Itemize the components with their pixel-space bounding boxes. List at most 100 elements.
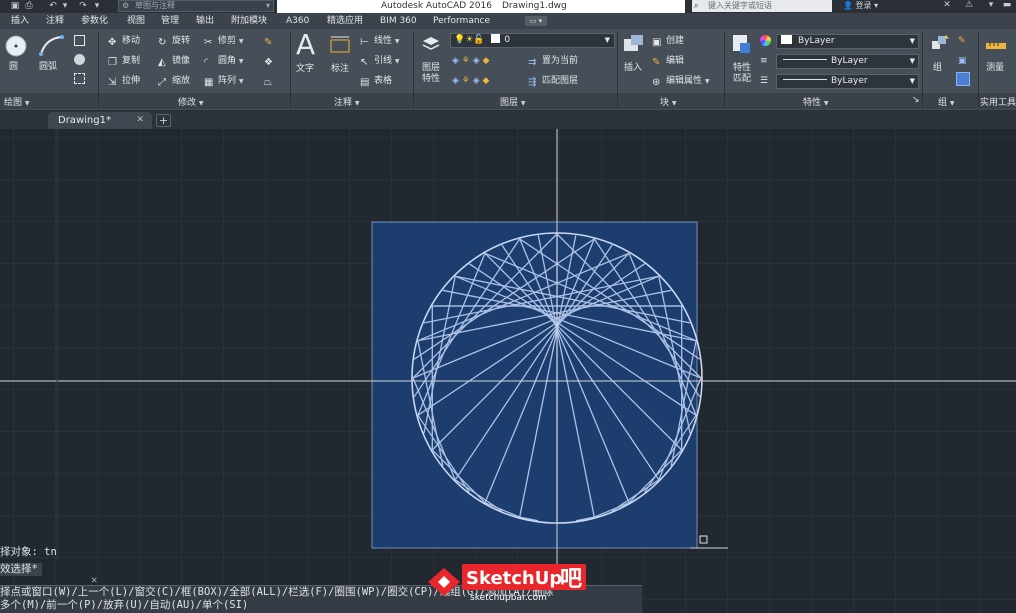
exchange-icon[interactable]: ✕ bbox=[940, 0, 954, 12]
ungroup-button[interactable]: ✎ bbox=[958, 35, 966, 47]
offset-button[interactable]: ⏢ bbox=[264, 75, 278, 88]
trim-icon: ✂ bbox=[204, 37, 213, 48]
workspace-dropdown[interactable]: ⚙ 草图与注释 ▾ bbox=[118, 0, 274, 12]
leader-button[interactable]: ↖ 引线 ▼ bbox=[360, 55, 400, 68]
tab-more-button[interactable]: ▭ ▾ bbox=[525, 16, 547, 26]
dimension-icon bbox=[330, 36, 350, 53]
create-block-button[interactable]: ▣ 创建 bbox=[652, 35, 684, 48]
tab-parametric[interactable]: 参数化 bbox=[81, 15, 108, 28]
tab-output[interactable]: 输出 bbox=[196, 15, 214, 28]
drawing-canvas[interactable] bbox=[0, 129, 1016, 613]
dimension-button[interactable] bbox=[328, 34, 352, 60]
redo-dropdown-icon[interactable]: ▾ bbox=[92, 1, 102, 11]
array-button[interactable]: ▦ 阵列 ▼ bbox=[204, 75, 244, 88]
scale-button[interactable]: ⤢ 缩放 bbox=[158, 75, 190, 88]
mirror-button[interactable]: ◭ 镜像 bbox=[158, 55, 190, 68]
insert-button[interactable] bbox=[622, 33, 646, 59]
tab-annotate[interactable]: 注释 bbox=[46, 15, 64, 28]
stretch-button[interactable]: ⇲ 拉伸 bbox=[108, 75, 140, 88]
layer-properties-button[interactable] bbox=[420, 33, 442, 59]
edit-block-button[interactable]: ✎ 编辑 bbox=[652, 55, 684, 68]
tab-addins[interactable]: 附加模块 bbox=[231, 15, 267, 28]
panel-label-modify[interactable]: 修改 ▼ bbox=[178, 95, 204, 108]
redo-icon[interactable]: ↷ bbox=[78, 1, 88, 11]
title-bar: ▣ ⎙ ↶ ▾ ↷ ▾ ⚙ 草图与注释 ▾ Autodesk AutoCAD 2… bbox=[0, 0, 1016, 13]
binoculars-icon: ⌕ bbox=[694, 1, 699, 10]
text-button[interactable]: A bbox=[296, 30, 315, 60]
tab-view[interactable]: 视图 bbox=[127, 15, 145, 28]
panel-label-groups[interactable]: 组 ▼ bbox=[938, 95, 955, 108]
command-history-line2: 效选择* bbox=[0, 563, 42, 576]
layer-dropdown[interactable]: 💡☀🔓 0 ▼ bbox=[450, 33, 615, 48]
save-icon[interactable]: ▣ bbox=[10, 1, 20, 11]
undo-icon[interactable]: ↶ bbox=[48, 1, 58, 11]
explode-button[interactable]: ❖ bbox=[264, 55, 278, 68]
group-select-toggle[interactable] bbox=[956, 72, 970, 86]
linetype-dropdown[interactable]: ByLayer ▼ bbox=[776, 54, 919, 69]
grip-marker[interactable] bbox=[699, 535, 708, 544]
layer-tools-row1[interactable]: ◈ ⚘ ◈ ◆ bbox=[452, 55, 489, 67]
minimize-button[interactable]: ▬ bbox=[1000, 0, 1014, 12]
measure-button[interactable] bbox=[984, 35, 1008, 61]
panel-label-properties[interactable]: 特性 ▼ bbox=[803, 95, 829, 108]
table-icon: ▤ bbox=[360, 77, 370, 88]
match-properties-button[interactable] bbox=[731, 33, 753, 59]
layer-properties-label: 图层 特性 bbox=[421, 63, 440, 84]
tab-drawing1[interactable]: Drawing1* ✕ bbox=[48, 112, 152, 129]
panel-label-draw[interactable]: 绘图 ▼ bbox=[4, 95, 30, 108]
group-button[interactable] bbox=[929, 33, 951, 59]
rotate-icon: ↻ bbox=[158, 37, 167, 48]
stretch-icon: ⇲ bbox=[108, 77, 117, 88]
help-dropdown-icon[interactable]: ▾ bbox=[984, 0, 998, 12]
copy-button[interactable]: ❐ 复制 bbox=[108, 55, 140, 68]
arc-button[interactable] bbox=[38, 34, 66, 62]
boundary-button[interactable] bbox=[74, 73, 88, 86]
table-button[interactable]: ▤ 表格 bbox=[360, 75, 392, 88]
lineweight-icon: ☰ bbox=[760, 76, 769, 86]
arc-label: 圆弧 bbox=[39, 62, 58, 72]
match-layer-button[interactable]: ⇶ 匹配图层 bbox=[528, 75, 578, 88]
search-placeholder: 键入关键字或短语 bbox=[708, 1, 772, 10]
close-icon[interactable]: ✕ bbox=[136, 112, 144, 129]
color-wheel-icon[interactable] bbox=[760, 35, 771, 50]
lineweight-dropdown[interactable]: ByLayer ▼ bbox=[776, 74, 919, 89]
tab-manage[interactable]: 管理 bbox=[161, 15, 179, 28]
panel-label-utilities[interactable]: 实用工具 bbox=[980, 95, 1016, 108]
set-current-button[interactable]: ⇉ 置为当前 bbox=[528, 55, 578, 68]
tab-a360[interactable]: A360 bbox=[286, 15, 309, 28]
tab-bim360[interactable]: BIM 360 bbox=[380, 15, 417, 28]
layer-tools-row2[interactable]: ◈ ⚘ ◈ ◆ bbox=[452, 75, 489, 87]
hatch-button[interactable] bbox=[74, 54, 88, 67]
chevron-down-icon: ▼ bbox=[909, 77, 915, 85]
new-tab-button[interactable]: + bbox=[156, 114, 171, 127]
trim-button[interactable]: ✂ 修剪 ▼ bbox=[204, 35, 244, 48]
edit-block-icon: ✎ bbox=[652, 57, 661, 68]
insert-block-icon bbox=[624, 35, 643, 51]
panel-label-layers[interactable]: 图层 ▼ bbox=[500, 95, 526, 108]
tab-featured-apps[interactable]: 精选应用 bbox=[327, 15, 363, 28]
rectangle-button[interactable] bbox=[74, 35, 88, 48]
tab-insert[interactable]: 插入 bbox=[11, 15, 29, 28]
color-dropdown[interactable]: ByLayer ▼ bbox=[776, 34, 919, 49]
panel-label-block[interactable]: 块 ▼ bbox=[660, 95, 677, 108]
move-button[interactable]: ✥ 移动 bbox=[108, 35, 140, 48]
help-icon[interactable]: ⚠ bbox=[962, 0, 976, 12]
rotate-button[interactable]: ↻ 旋转 bbox=[158, 35, 190, 48]
search-input[interactable]: ⌕ 键入关键字或短语 bbox=[692, 0, 832, 12]
linear-button[interactable]: ⊢ 线性 ▼ bbox=[360, 35, 400, 48]
circle-button[interactable] bbox=[4, 34, 28, 62]
login-area[interactable]: 👤 登录 ▾ bbox=[843, 0, 923, 12]
chevron-down-icon: ▾ bbox=[874, 1, 879, 10]
group-edit-button[interactable]: ▣ bbox=[958, 55, 967, 67]
edit-attributes-button[interactable]: ⊛ 编辑属性 ▼ bbox=[652, 75, 710, 88]
fillet-icon: ◜ bbox=[204, 57, 208, 68]
properties-launcher-icon[interactable]: ↘ bbox=[912, 95, 920, 105]
sketchup-logo-icon: SketchUp 吧 sketchupbar.com bbox=[428, 564, 586, 603]
tab-performance[interactable]: Performance bbox=[433, 15, 490, 28]
undo-dropdown-icon[interactable]: ▾ bbox=[60, 1, 70, 11]
create-block-icon: ▣ bbox=[652, 37, 662, 48]
panel-label-annotation[interactable]: 注释 ▼ bbox=[334, 95, 360, 108]
fillet-button[interactable]: ◜ 圆角 ▼ bbox=[204, 55, 244, 68]
print-icon[interactable]: ⎙ bbox=[24, 1, 34, 11]
line-edit-button[interactable]: ✎ bbox=[264, 35, 278, 48]
